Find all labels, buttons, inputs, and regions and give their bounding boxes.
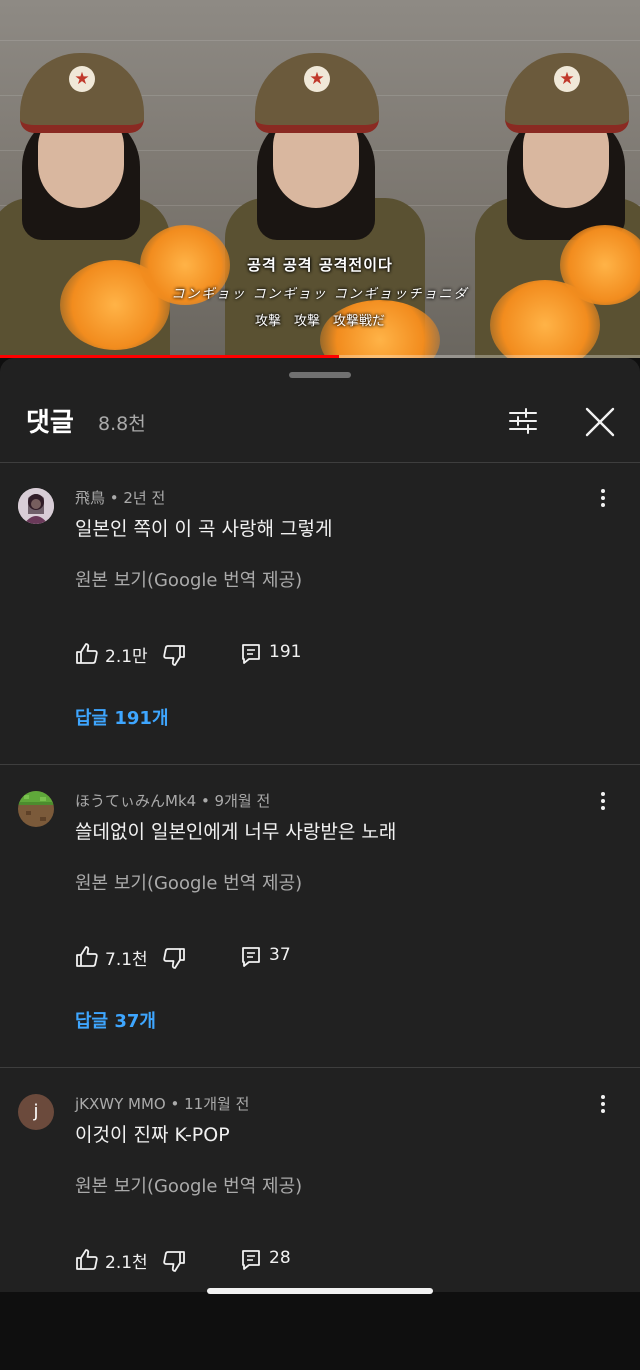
thumbs-down-icon[interactable] (162, 643, 186, 667)
comment-text: 이것이 진짜 K-POP (75, 1124, 230, 1146)
avatar-letter: j (33, 1101, 39, 1122)
sort-filter-button[interactable] (506, 404, 540, 438)
see-original-link[interactable]: 원본 보기(Google 번역 제공) (75, 566, 302, 592)
close-icon (585, 407, 615, 437)
comments-count: 8.8천 (98, 413, 146, 435)
see-original-link[interactable]: 원본 보기(Google 번역 제공) (75, 869, 302, 895)
view-replies-button[interactable]: 답글 37개 (75, 1007, 156, 1033)
avatar[interactable]: j (18, 1094, 54, 1130)
subtitle-korean: 공격 공격 공격전이다 (247, 256, 393, 274)
comment-divider (0, 1067, 640, 1068)
more-options-button[interactable] (594, 486, 612, 512)
thumbs-up-icon[interactable] (75, 1248, 99, 1272)
comment-meta[interactable]: 飛鳥 • 2년 전 (75, 487, 165, 508)
video-player[interactable]: ★ ★ ★ 공격 공격 공격전이다 コンギョッ コンギョッ コンギョッチョニダ … (0, 0, 640, 358)
sliders-icon (509, 408, 537, 434)
comment-text: 일본인 쪽이 이 곡 사랑해 그렇게 (75, 518, 333, 540)
avatar[interactable] (18, 791, 54, 827)
like-count: 2.1만 (105, 647, 148, 667)
close-button[interactable] (580, 402, 620, 442)
avatar-image (18, 488, 54, 524)
thumbs-down-icon[interactable] (162, 1249, 186, 1273)
more-options-button[interactable] (594, 1092, 612, 1118)
reply-count: 28 (269, 1248, 291, 1268)
reply-count: 191 (269, 642, 302, 662)
thumbs-up-icon[interactable] (75, 945, 99, 969)
avatar[interactable] (18, 488, 54, 524)
comment-meta[interactable]: jKXWY MMO • 11개월 전 (75, 1093, 249, 1114)
thumbs-up-icon[interactable] (75, 642, 99, 666)
subtitle-katakana: コンギョッ コンギョッ コンギョッチョニダ (171, 287, 469, 302)
subtitle-kanji: 攻撃 攻撃 攻撃戦だ (254, 314, 385, 329)
reply-count: 37 (269, 945, 291, 965)
thumbs-down-icon[interactable] (162, 946, 186, 970)
more-options-button[interactable] (594, 789, 612, 815)
like-count: 7.1천 (105, 950, 148, 970)
comments-header: 댓글 8.8천 (26, 402, 640, 452)
comment-item: ほうてぃみんMk4 • 9개월 전 쓸데없이 일본인에게 너무 사랑받은 노래 … (0, 767, 640, 1067)
see-original-link[interactable]: 원본 보기(Google 번역 제공) (75, 1172, 302, 1198)
like-count: 2.1천 (105, 1253, 148, 1273)
comment-meta[interactable]: ほうてぃみんMk4 • 9개월 전 (75, 790, 270, 811)
comment-text: 쓸데없이 일본인에게 너무 사랑받은 노래 (75, 821, 397, 843)
wall-line (0, 40, 640, 41)
home-indicator[interactable] (207, 1288, 433, 1294)
reply-icon[interactable] (241, 946, 261, 968)
reply-icon[interactable] (241, 643, 261, 665)
avatar-image (18, 791, 54, 827)
reply-icon[interactable] (241, 1249, 261, 1271)
view-replies-button[interactable]: 답글 191개 (75, 704, 169, 730)
comment-item: 飛鳥 • 2년 전 일본인 쪽이 이 곡 사랑해 그렇게 원본 보기(Googl… (0, 464, 640, 764)
drag-handle[interactable] (289, 372, 351, 378)
comments-sheet: 댓글 8.8천 飛鳥 • 2년 전 일본인 쪽이 이 곡 사랑해 그렇게 원본 … (0, 358, 640, 1294)
comment-divider (0, 764, 640, 765)
comments-title: 댓글 (26, 408, 74, 438)
comment-item: j jKXWY MMO • 11개월 전 이것이 진짜 K-POP 원본 보기(… (0, 1070, 640, 1370)
header-divider (0, 462, 640, 463)
